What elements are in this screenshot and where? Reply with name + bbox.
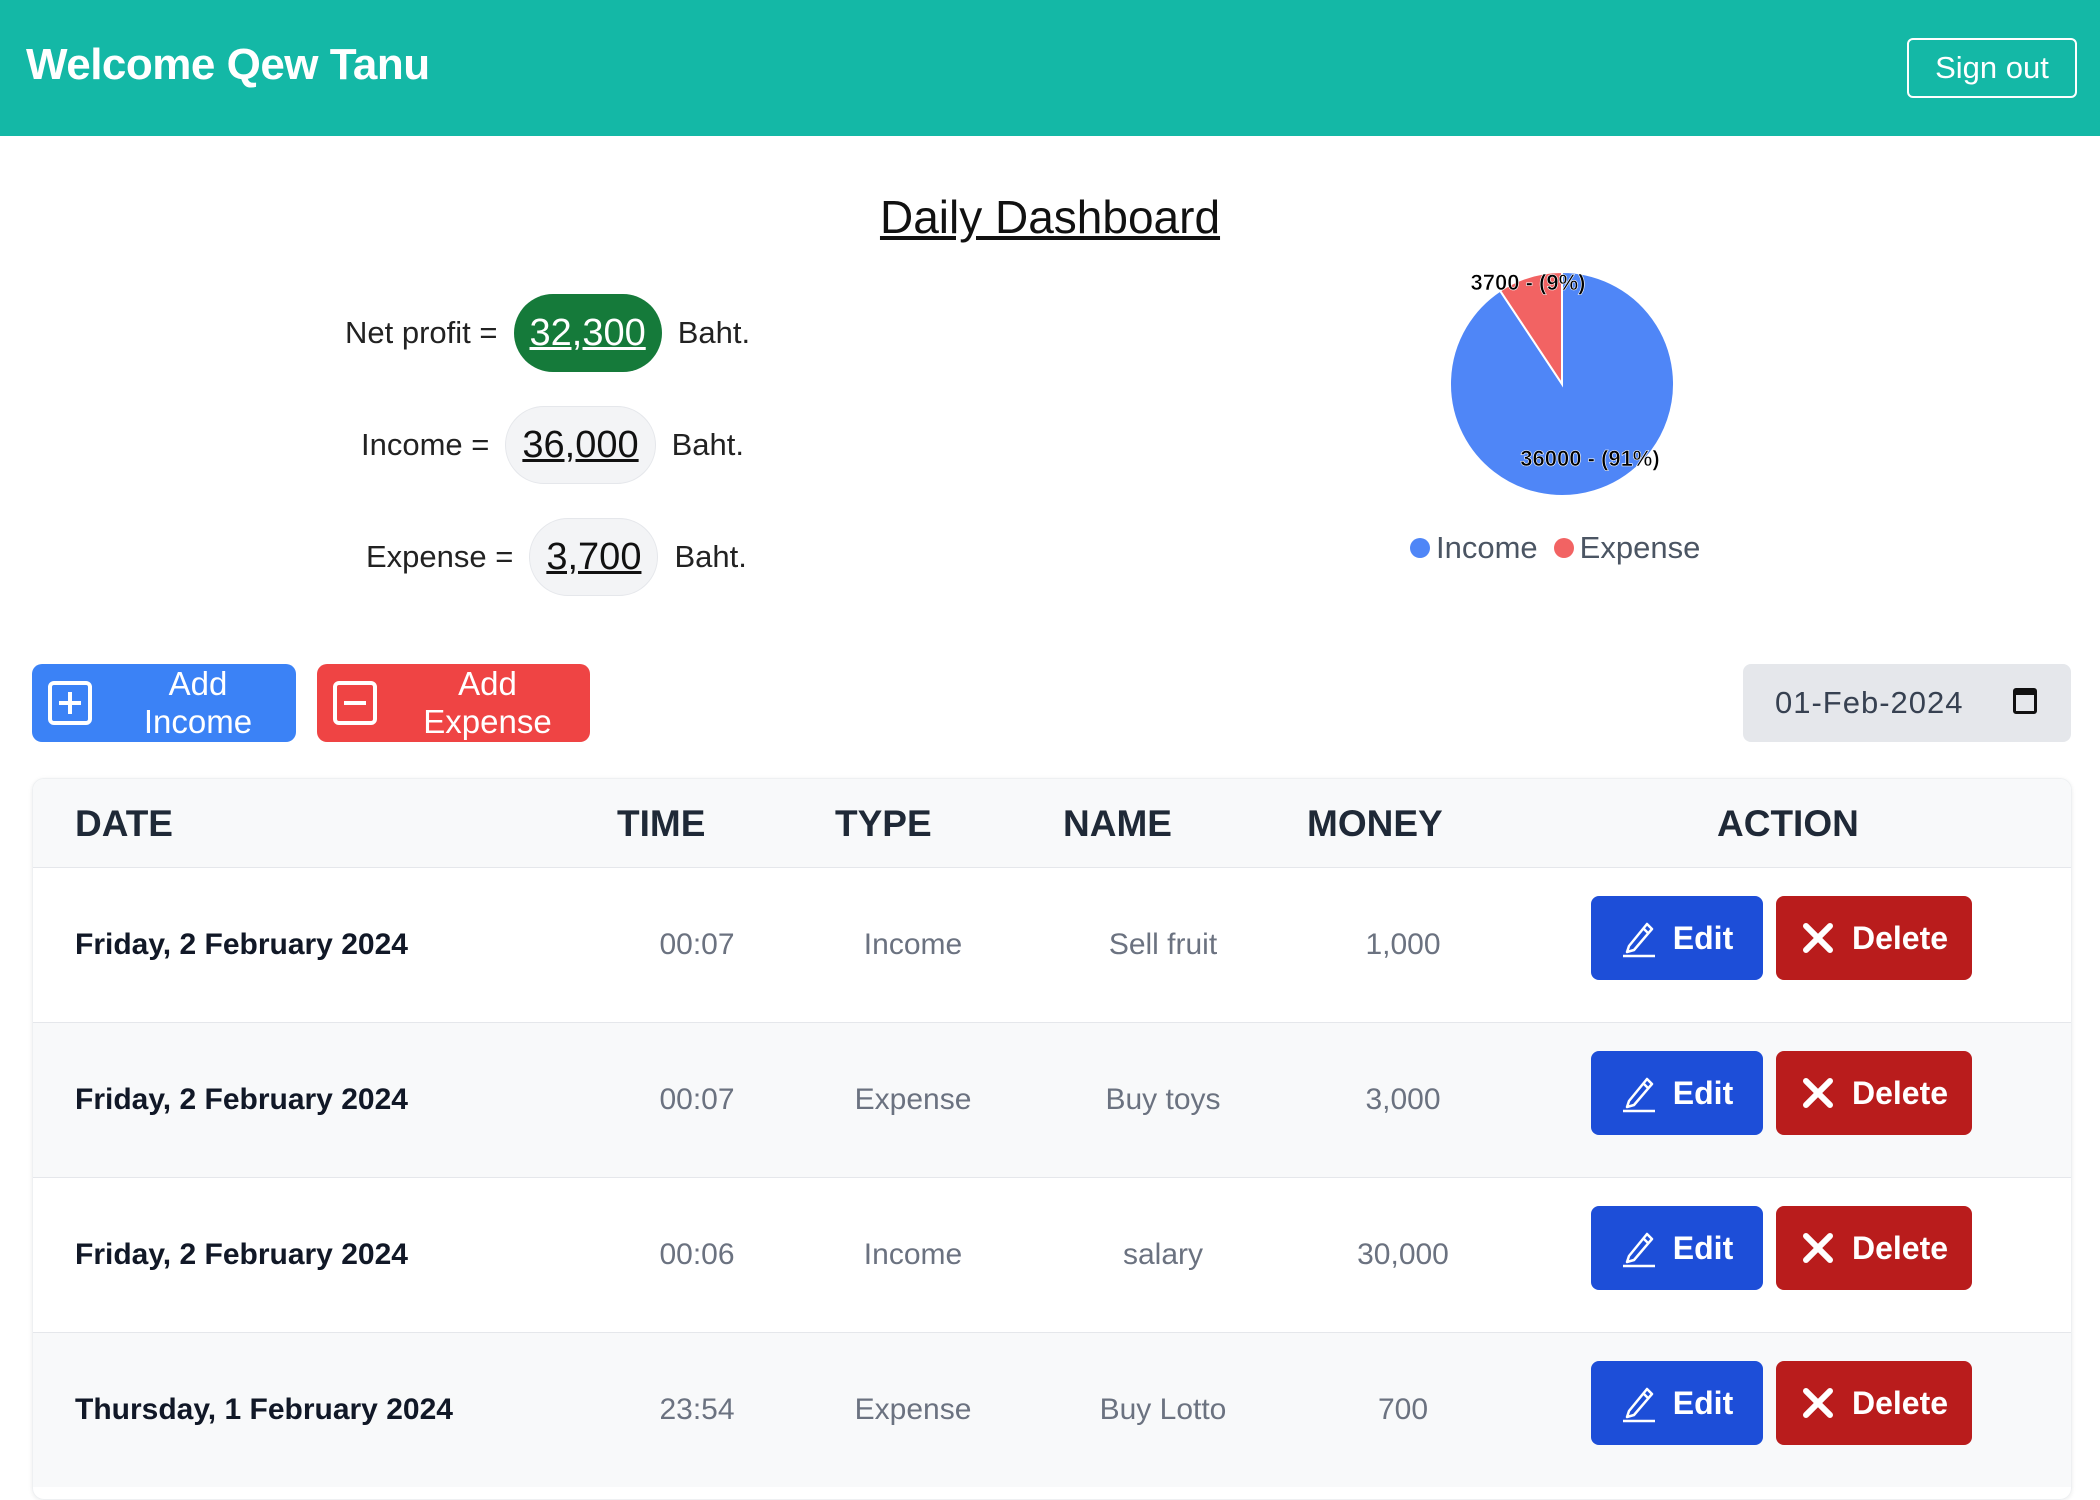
row-type: Expense [854, 1393, 972, 1426]
delete-label: Delete [1851, 1384, 1949, 1421]
edit-button[interactable]: Edit [1591, 1206, 1763, 1290]
header-type: TYPE [835, 803, 932, 844]
legend-expense-label: Expense [1579, 530, 1701, 565]
minus-square-icon [333, 681, 377, 725]
delete-label: Delete [1851, 919, 1949, 956]
row-money: 30,000 [1357, 1238, 1449, 1271]
table-row: Friday, 2 February 2024 00:07 Expense Bu… [33, 1022, 2071, 1177]
legend-income[interactable]: Income [1410, 530, 1538, 566]
pie-label-expense: 3700 - (9%) [1471, 270, 1586, 295]
table-row: Thursday, 1 February 2024 23:54 Expense … [33, 1332, 2071, 1487]
welcome-title: Welcome Qew Tanu [26, 40, 430, 89]
edit-button[interactable]: Edit [1591, 1051, 1763, 1135]
net-profit-value: 32,300 [513, 294, 662, 372]
x-icon [1802, 1388, 1833, 1418]
row-type: Income [863, 928, 963, 961]
net-profit-label: Net profit = [345, 315, 498, 350]
legend-expense-dot [1553, 538, 1574, 558]
delete-label: Delete [1851, 1229, 1949, 1266]
pie-label-income: 36000 - (91%) [1520, 446, 1659, 471]
pencil-icon [1622, 1232, 1655, 1268]
row-date: Friday, 2 February 2024 [75, 1083, 408, 1116]
legend-income-dot [1410, 538, 1430, 558]
row-money: 1,000 [1365, 928, 1441, 961]
delete-label: Delete [1851, 1074, 1949, 1111]
header-time: TIME [617, 803, 706, 844]
delete-button[interactable]: Delete [1776, 896, 1972, 980]
add-income-label: Add Income [143, 665, 253, 740]
calendar-icon[interactable] [2013, 688, 2037, 714]
income-expense-pie-chart: 36000 - (91%) 3700 - (9%) [1430, 260, 1730, 530]
table-row: Friday, 2 February 2024 00:06 Income sal… [33, 1177, 2071, 1332]
add-expense-label: Add Expense [423, 665, 552, 740]
top-navbar: Welcome Qew Tanu Sign out [0, 0, 2100, 136]
table-body: Friday, 2 February 2024 00:07 Income Sel… [33, 867, 2071, 1487]
row-name: salary [1122, 1238, 1204, 1271]
row-time: 00:06 [659, 1238, 735, 1271]
row-time: 23:54 [659, 1393, 735, 1426]
edit-label: Edit [1672, 1074, 1734, 1111]
net-profit-row: Net profit = 32,300 Baht. [345, 294, 750, 372]
plus-square-icon [48, 681, 92, 725]
table-header: DATE TIME TYPE NAME MONEY ACTION [33, 779, 2071, 867]
page-title: Daily Dashboard [879, 191, 1221, 243]
pencil-icon [1622, 1387, 1655, 1423]
expense-unit: Baht. [674, 539, 747, 574]
x-icon [1802, 923, 1833, 953]
income-label: Income = [361, 427, 490, 462]
legend-expense[interactable]: Expense [1553, 530, 1701, 566]
header-action: ACTION [1717, 803, 1859, 844]
date-picker-input[interactable]: 01-Feb-2024 [1743, 664, 2071, 742]
expense-row: Expense = 3,700 Baht. [366, 518, 747, 596]
row-date: Friday, 2 February 2024 [75, 1238, 408, 1271]
pie-svg: 36000 - (91%) 3700 - (9%) [1449, 270, 1675, 497]
delete-button[interactable]: Delete [1776, 1206, 1972, 1290]
header-money: MONEY [1307, 803, 1443, 844]
income-unit: Baht. [671, 427, 744, 462]
legend-income-label: Income [1436, 530, 1538, 565]
add-expense-button[interactable]: Add Expense [317, 664, 590, 742]
chart-legend: Income Expense [1410, 530, 1716, 566]
edit-button[interactable]: Edit [1591, 1361, 1763, 1445]
row-time: 00:07 [659, 928, 735, 961]
row-name: Sell fruit [1108, 928, 1218, 961]
table-row: Friday, 2 February 2024 00:07 Income Sel… [33, 867, 2071, 1022]
header-date: DATE [75, 803, 173, 844]
delete-button[interactable]: Delete [1776, 1361, 1972, 1445]
row-money: 3,000 [1365, 1083, 1441, 1116]
pencil-icon [1622, 1077, 1655, 1113]
pencil-icon [1622, 922, 1655, 958]
row-date: Friday, 2 February 2024 [75, 928, 408, 961]
header-name: NAME [1063, 803, 1172, 844]
edit-label: Edit [1672, 919, 1734, 956]
sign-out-button[interactable]: Sign out [1907, 38, 2077, 98]
x-icon [1802, 1078, 1833, 1108]
x-icon [1802, 1233, 1833, 1263]
row-time: 00:07 [659, 1083, 735, 1116]
add-income-button[interactable]: Add Income [32, 664, 296, 742]
transactions-table: DATE TIME TYPE NAME MONEY ACTION Friday,… [32, 778, 2072, 1500]
edit-label: Edit [1672, 1229, 1734, 1266]
row-money: 700 [1377, 1393, 1429, 1426]
row-type: Expense [854, 1083, 972, 1116]
net-profit-unit: Baht. [677, 315, 751, 350]
edit-label: Edit [1672, 1384, 1734, 1421]
income-row: Income = 36,000 Baht. [361, 406, 744, 484]
income-value: 36,000 [505, 406, 656, 484]
row-type: Income [863, 1238, 963, 1271]
row-name: Buy toys [1105, 1083, 1221, 1116]
row-name: Buy Lotto [1099, 1393, 1227, 1426]
expense-value: 3,700 [529, 518, 659, 596]
expense-label: Expense = [366, 539, 514, 574]
delete-button[interactable]: Delete [1776, 1051, 1972, 1135]
edit-button[interactable]: Edit [1591, 896, 1763, 980]
row-date: Thursday, 1 February 2024 [75, 1393, 453, 1426]
date-value: 01-Feb-2024 [1775, 685, 1964, 720]
